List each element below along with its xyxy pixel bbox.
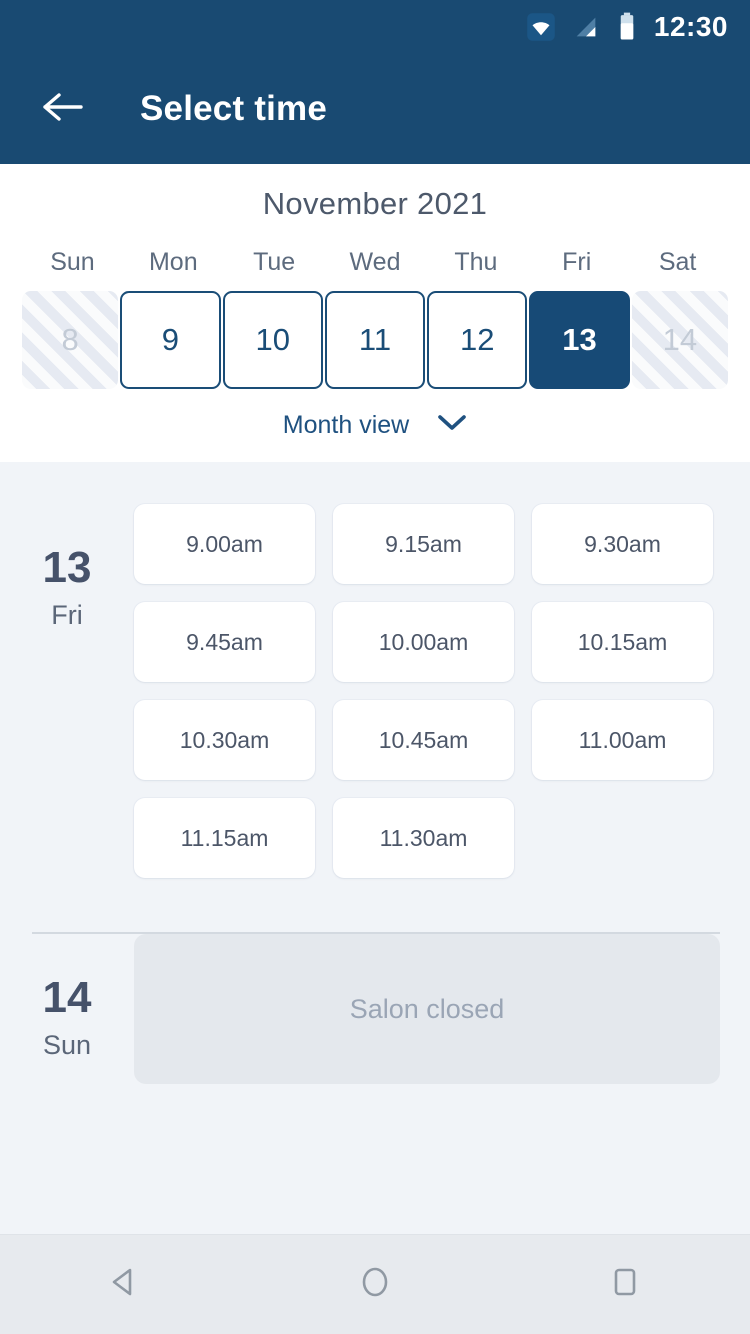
time-slot[interactable]: 9.30am <box>532 504 713 584</box>
calendar-day-10[interactable]: 10 <box>222 291 323 389</box>
signal-icon <box>572 13 600 41</box>
home-circle-icon <box>355 1262 395 1307</box>
weekday-header-tue: Tue <box>253 248 296 276</box>
calendar-month-title: November 2021 <box>262 186 488 221</box>
time-slot[interactable]: 11.00am <box>532 700 713 780</box>
day-label-14: 14 Sun <box>0 934 134 1084</box>
android-nav-bar <box>0 1234 750 1334</box>
time-slot-content: 13 Fri 9.00am 9.15am 9.30am 9.45am 10.00… <box>0 462 750 1234</box>
calendar-strip: November 2021 Sun Mon Tue Wed Thu Fri Sa… <box>0 164 750 462</box>
calendar-day-11[interactable]: 11 <box>324 291 426 389</box>
time-slot[interactable]: 10.45am <box>333 700 514 780</box>
day-weekday: Sun <box>42 1030 92 1060</box>
weekday-header-sat: Sat <box>658 248 697 276</box>
battery-icon <box>616 12 638 42</box>
page-title: Select time <box>140 89 328 128</box>
time-slot[interactable]: 10.00am <box>333 602 514 682</box>
calendar-day-8: 8 <box>22 291 119 389</box>
time-slot[interactable]: 9.45am <box>134 602 315 682</box>
time-slot[interactable]: 11.30am <box>333 798 514 878</box>
wifi-icon <box>526 12 556 42</box>
day-number: 14 <box>42 973 92 1022</box>
weekday-header-thu: Thu <box>454 248 498 276</box>
time-slot-grid: 9.00am 9.15am 9.30am 9.45am 10.00am 10.1… <box>134 504 720 878</box>
status-bar-clock: 12:30 <box>653 11 728 42</box>
nav-recents-button[interactable] <box>570 1235 680 1334</box>
calendar-day-13[interactable]: 13 <box>529 291 630 389</box>
day-section-13: 13 Fri 9.00am 9.15am 9.30am 9.45am 10.00… <box>0 462 750 878</box>
month-view-toggle[interactable]: Month view <box>0 389 750 454</box>
time-slot[interactable]: 10.30am <box>134 700 315 780</box>
salon-closed-card: Salon closed <box>134 934 720 1084</box>
nav-back-button[interactable] <box>70 1235 180 1334</box>
weekday-header-wed: Wed <box>349 248 401 276</box>
day-label-13: 13 Fri <box>0 504 134 878</box>
weekday-header-sun: Sun <box>50 248 95 276</box>
back-button[interactable] <box>34 81 90 137</box>
nav-home-button[interactable] <box>320 1235 430 1334</box>
calendar-day-14: 14 <box>631 291 728 389</box>
month-view-label: Month view <box>282 411 410 439</box>
back-triangle-icon <box>105 1262 145 1307</box>
day-weekday: Fri <box>51 600 83 630</box>
calendar-day-cells: 8 9 10 11 12 13 14 <box>0 291 750 389</box>
day-section-14: 14 Sun Salon closed <box>0 934 750 1084</box>
calendar-day-12[interactable]: 12 <box>427 291 528 389</box>
recents-square-icon <box>605 1262 645 1307</box>
chevron-down-icon <box>437 414 467 437</box>
weekday-header-mon: Mon <box>148 248 198 276</box>
back-arrow-icon <box>39 90 85 129</box>
select-time-screen: 12:30 Select time November 2021 Sun Mon … <box>0 0 750 1334</box>
time-slot[interactable]: 9.15am <box>333 504 514 584</box>
calendar-day-9[interactable]: 9 <box>120 291 221 389</box>
time-slot[interactable]: 11.15am <box>134 798 315 878</box>
time-slot[interactable]: 10.15am <box>532 602 713 682</box>
calendar-weekday-headers: Sun Mon Tue Wed Thu Fri Sat <box>0 248 750 277</box>
status-bar: 12:30 <box>0 0 750 54</box>
time-slot[interactable]: 9.00am <box>134 504 315 584</box>
app-bar: Select time <box>0 54 750 164</box>
weekday-header-fri: Fri <box>562 248 592 276</box>
day-number: 13 <box>42 543 92 592</box>
